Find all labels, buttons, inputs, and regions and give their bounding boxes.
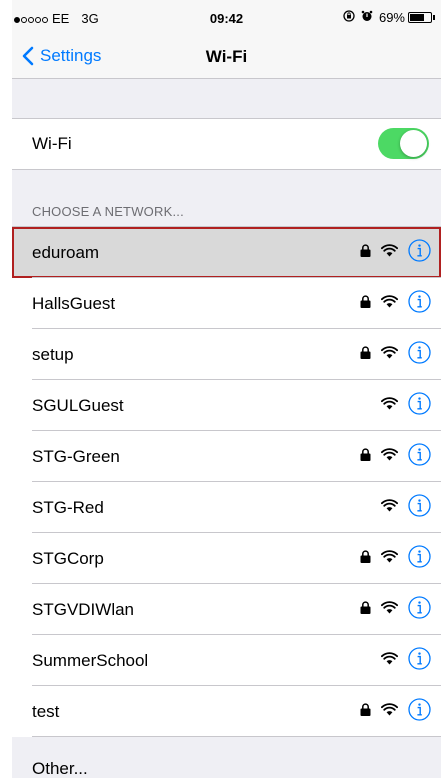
network-row[interactable]: SGULGuest — [12, 380, 441, 431]
network-icons — [360, 698, 431, 726]
network-icons — [360, 392, 431, 420]
network-row[interactable]: STG-Green — [12, 431, 441, 482]
lock-icon — [360, 346, 381, 364]
info-icon[interactable] — [408, 443, 431, 471]
info-icon[interactable] — [408, 647, 431, 675]
toggle-knob — [400, 130, 427, 157]
info-icon[interactable] — [408, 596, 431, 624]
network-row[interactable]: SummerSchool — [12, 635, 441, 686]
network-name: setup — [32, 345, 74, 364]
lock-icon — [360, 703, 381, 721]
network-name: STGVDIWlan — [32, 600, 135, 619]
page-title: Wi-Fi — [205, 47, 248, 66]
network-name: STG-Red — [32, 498, 104, 517]
wifi-toggle-row: Wi-Fi — [12, 118, 441, 170]
wifi-icon — [381, 703, 408, 721]
network-icons — [360, 494, 431, 522]
network-icons — [360, 290, 431, 318]
choose-network-header: CHOOSE A NETWORK... — [32, 204, 184, 219]
battery-tip — [433, 15, 435, 20]
lock-icon — [360, 448, 381, 466]
info-icon[interactable] — [408, 341, 431, 369]
lock-icon — [360, 550, 381, 568]
info-icon[interactable] — [408, 290, 431, 318]
network-row[interactable]: test — [12, 686, 441, 737]
lock-icon — [360, 601, 381, 619]
info-icon[interactable] — [408, 239, 431, 267]
info-icon[interactable] — [408, 698, 431, 726]
alarm-icon — [361, 10, 373, 25]
other-network-button[interactable]: Other... — [32, 759, 88, 778]
battery-fill — [410, 14, 424, 21]
wifi-icon — [381, 550, 408, 568]
network-row[interactable]: STGVDIWlan — [12, 584, 441, 635]
wifi-icon — [381, 652, 408, 670]
network-icons — [360, 239, 431, 267]
status-bar: EE 3G 09:42 69% — [12, 0, 441, 40]
network-row[interactable]: STGCorp — [12, 533, 441, 584]
wifi-icon — [381, 397, 408, 415]
network-row[interactable]: STG-Red — [12, 482, 441, 533]
wifi-icon — [381, 346, 408, 364]
wifi-icon — [381, 244, 408, 262]
wifi-icon — [381, 448, 408, 466]
network-row[interactable]: eduroam — [12, 227, 441, 278]
lock-icon — [360, 244, 381, 262]
network-list: eduroam HallsGuest setup SGULGuest STG-Green… — [12, 226, 441, 737]
network-row[interactable]: setup — [12, 329, 441, 380]
network-name: test — [32, 702, 60, 721]
network-name: STG-Green — [32, 447, 120, 466]
network-icons — [360, 443, 431, 471]
battery-icon — [408, 12, 432, 23]
info-icon[interactable] — [408, 545, 431, 573]
wifi-icon — [381, 499, 408, 517]
status-right: 69% — [343, 10, 435, 25]
rotation-lock-icon — [343, 10, 355, 25]
network-row[interactable]: HallsGuest — [12, 278, 441, 329]
wifi-toggle-label: Wi-Fi — [32, 134, 72, 153]
network-name: SGULGuest — [32, 396, 124, 415]
wifi-settings-screen: EE 3G 09:42 69% Settings Wi-Fi Wi-Fi CHO… — [0, 0, 441, 778]
wifi-toggle-switch[interactable] — [378, 128, 429, 159]
network-icons — [360, 596, 431, 624]
lock-icon — [360, 295, 381, 313]
network-icons — [360, 341, 431, 369]
info-icon[interactable] — [408, 392, 431, 420]
network-name: SummerSchool — [32, 651, 149, 670]
wifi-icon — [381, 295, 408, 313]
navigation-bar: Settings Wi-Fi — [12, 40, 441, 79]
network-name: STGCorp — [32, 549, 104, 568]
wifi-icon — [381, 601, 408, 619]
network-icons — [360, 647, 431, 675]
info-icon[interactable] — [408, 494, 431, 522]
network-name: eduroam — [32, 243, 100, 262]
network-icons — [360, 545, 431, 573]
network-name: HallsGuest — [32, 294, 116, 313]
battery-percent: 69% — [378, 10, 405, 25]
